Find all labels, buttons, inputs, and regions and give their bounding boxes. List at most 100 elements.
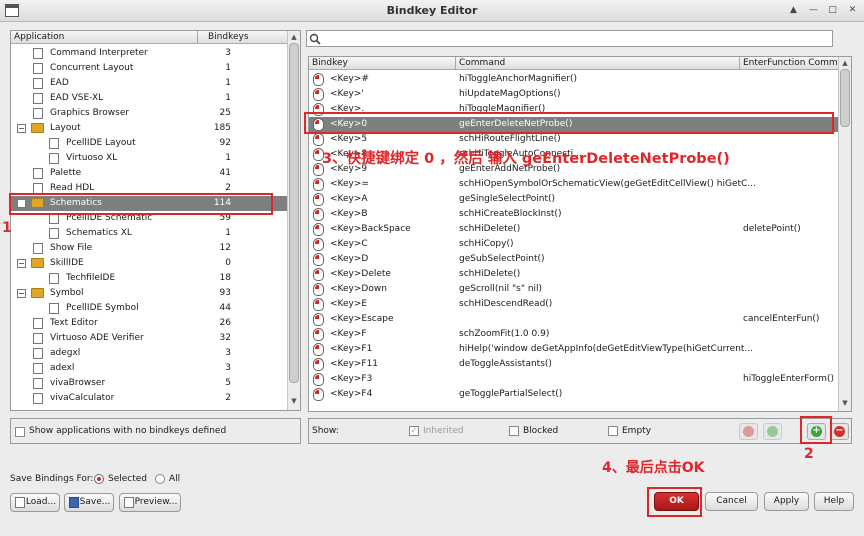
command-cell: schHiDelete() <box>459 224 521 234</box>
tree-row[interactable]: vivaBrowser 5 <box>11 376 287 391</box>
bindkey-row[interactable]: <Key>Down geScroll(nil "s" nil) <box>309 282 838 297</box>
bindkey-row[interactable]: <Key>Delete schHiDelete() <box>309 267 838 282</box>
tree-row[interactable]: TechfileIDE 18 <box>11 271 287 286</box>
all-radio[interactable] <box>155 474 165 484</box>
cancel-button[interactable]: Cancel <box>705 492 758 511</box>
expand-icon[interactable]: − <box>17 259 26 268</box>
tree-row[interactable]: adegxl 3 <box>11 346 287 361</box>
scrollbar-thumb[interactable] <box>289 43 299 383</box>
bindkey-table[interactable]: Bindkey Command EnterFunction Comma <Key… <box>308 56 852 412</box>
tree-row-count: 0 <box>225 258 231 268</box>
column-header-enter-function[interactable]: EnterFunction Comma <box>739 57 838 70</box>
bindkey-cell: <Key>B <box>330 209 368 219</box>
tree-row-count: 3 <box>225 363 231 373</box>
empty-checkbox[interactable] <box>608 426 618 436</box>
tree-row-count: 1 <box>225 153 231 163</box>
expand-icon[interactable]: − <box>17 124 26 133</box>
tree-row[interactable]: Text Editor 26 <box>11 316 287 331</box>
folder-icon <box>31 258 44 268</box>
tree-row[interactable]: EAD VSE-XL 1 <box>11 91 287 106</box>
tree-row[interactable]: PcellIDE Layout 92 <box>11 136 287 151</box>
right-scrollbar[interactable]: ▲ ▼ <box>838 57 851 411</box>
tree-row[interactable]: Show File 12 <box>11 241 287 256</box>
tree-row[interactable]: vivaCalculator 2 <box>11 391 287 406</box>
bindkey-row[interactable]: <Key>= schHiOpenSymbolOrSchematicView(geG… <box>309 177 838 192</box>
bindkey-row[interactable]: <Key>E schHiDescendRead() <box>309 297 838 312</box>
bindkey-row[interactable]: <Key>F4 geTogglePartialSelect() <box>309 387 838 402</box>
column-header-bindkey[interactable]: Bindkey <box>309 57 455 70</box>
command-cell: schHiCopy() <box>459 239 514 249</box>
load-button[interactable]: Load... <box>10 493 60 512</box>
expand-icon[interactable]: − <box>17 289 26 298</box>
inherited-checkbox[interactable]: ✓ <box>409 426 419 436</box>
tree-row[interactable]: EAD 1 <box>11 76 287 91</box>
tree-row-count: 1 <box>225 63 231 73</box>
shade-button[interactable]: ▲ <box>786 4 801 18</box>
show-no-bindkeys-checkbox[interactable] <box>15 427 25 437</box>
column-header-application[interactable]: Application <box>11 31 197 44</box>
close-button[interactable]: ✕ <box>845 4 860 18</box>
search-input[interactable] <box>323 32 828 45</box>
tree-row[interactable]: Palette 41 <box>11 166 287 181</box>
file-icon <box>33 378 43 389</box>
tree-row-count: 32 <box>219 333 231 343</box>
tree-row[interactable]: adexl 3 <box>11 361 287 376</box>
bindkey-row[interactable]: <Key>5 schHiRouteFlightLine() <box>309 132 838 147</box>
column-header-bindkeys[interactable]: Bindkeys <box>197 31 287 44</box>
remove-bindkey-button[interactable]: − <box>830 423 849 440</box>
bindkey-row[interactable]: <Key>B schHiCreateBlockInst() <box>309 207 838 222</box>
maximize-button[interactable]: □ <box>825 4 840 18</box>
left-scrollbar[interactable]: ▲ ▼ <box>287 31 300 410</box>
tree-row[interactable]: Graphics Browser 25 <box>11 106 287 121</box>
file-icon <box>49 138 59 149</box>
file-icon <box>33 93 43 104</box>
bindkey-row[interactable]: <Key>F schZoomFit(1.0 0.9) <box>309 327 838 342</box>
remove-icon: − <box>834 425 845 437</box>
application-tree[interactable]: Application Bindkeys Command Interpreter… <box>10 30 301 411</box>
bindkey-row[interactable]: <Key># hiToggleAnchorMagnifier() <box>309 72 838 87</box>
search-field[interactable] <box>306 30 833 47</box>
tree-row-count: 2 <box>225 393 231 403</box>
preview-icon <box>124 497 134 508</box>
bindkey-row[interactable]: <Key>A geSingleSelectPoint() <box>309 192 838 207</box>
tree-row-label: Concurrent Layout <box>50 63 134 73</box>
title-bar: Bindkey Editor ▲ — □ ✕ <box>0 0 864 22</box>
bindkey-row[interactable]: <Key>BackSpace schHiDelete() deletePoint() <box>309 222 838 237</box>
scroll-down-icon[interactable]: ▼ <box>840 399 850 407</box>
bindkey-row[interactable]: <Key>Escape cancelEnterFun() <box>309 312 838 327</box>
save-button[interactable]: Save... <box>64 493 114 512</box>
bindkey-row[interactable]: <Key>F11 deToggleAssistants() <box>309 357 838 372</box>
apply-button[interactable]: Apply <box>764 492 809 511</box>
command-cell: schHiCreateBlockInst() <box>459 209 562 219</box>
tree-row[interactable]: − Symbol 93 <box>11 286 287 301</box>
tree-row[interactable]: Schematics XL 1 <box>11 226 287 241</box>
bindkey-row[interactable]: <Key>D geSubSelectPoint() <box>309 252 838 267</box>
help-button[interactable]: Help <box>814 492 854 511</box>
selected-radio[interactable] <box>94 474 104 484</box>
tree-row[interactable]: − Layout 185 <box>11 121 287 136</box>
column-header-command[interactable]: Command <box>455 57 739 70</box>
scrollbar-thumb[interactable] <box>840 69 850 127</box>
scroll-up-icon[interactable]: ▲ <box>840 59 850 67</box>
blocked-checkbox[interactable] <box>509 426 519 436</box>
tree-row-label: adegxl <box>50 348 81 358</box>
preview-button[interactable]: Preview... <box>119 493 181 512</box>
bindkey-row[interactable]: <Key>F1 hiHelp('window deGetAppInfo(deGet… <box>309 342 838 357</box>
tree-row[interactable]: Virtuoso XL 1 <box>11 151 287 166</box>
tree-row[interactable]: PcellIDE Symbol 44 <box>11 301 287 316</box>
mouse-icon <box>313 88 324 101</box>
scroll-down-icon[interactable]: ▼ <box>289 397 299 405</box>
tree-row[interactable]: Concurrent Layout 1 <box>11 61 287 76</box>
bindkey-row[interactable]: <Key>F3 hiToggleEnterForm() <box>309 372 838 387</box>
bindkey-row[interactable]: <Key>' hiUpdateMagOptions() <box>309 87 838 102</box>
command-cell: schHiDescendRead() <box>459 299 553 309</box>
tree-row[interactable]: Command Interpreter 3 <box>11 46 287 61</box>
minimize-button[interactable]: — <box>806 4 821 18</box>
bindkey-row[interactable]: <Key>C schHiCopy() <box>309 237 838 252</box>
scroll-up-icon[interactable]: ▲ <box>289 33 299 41</box>
tree-row-count: 1 <box>225 93 231 103</box>
mouse-icon <box>313 358 324 371</box>
tree-row-label: Graphics Browser <box>50 108 130 118</box>
tree-row[interactable]: Virtuoso ADE Verifier 32 <box>11 331 287 346</box>
tree-row[interactable]: − SkillIDE 0 <box>11 256 287 271</box>
